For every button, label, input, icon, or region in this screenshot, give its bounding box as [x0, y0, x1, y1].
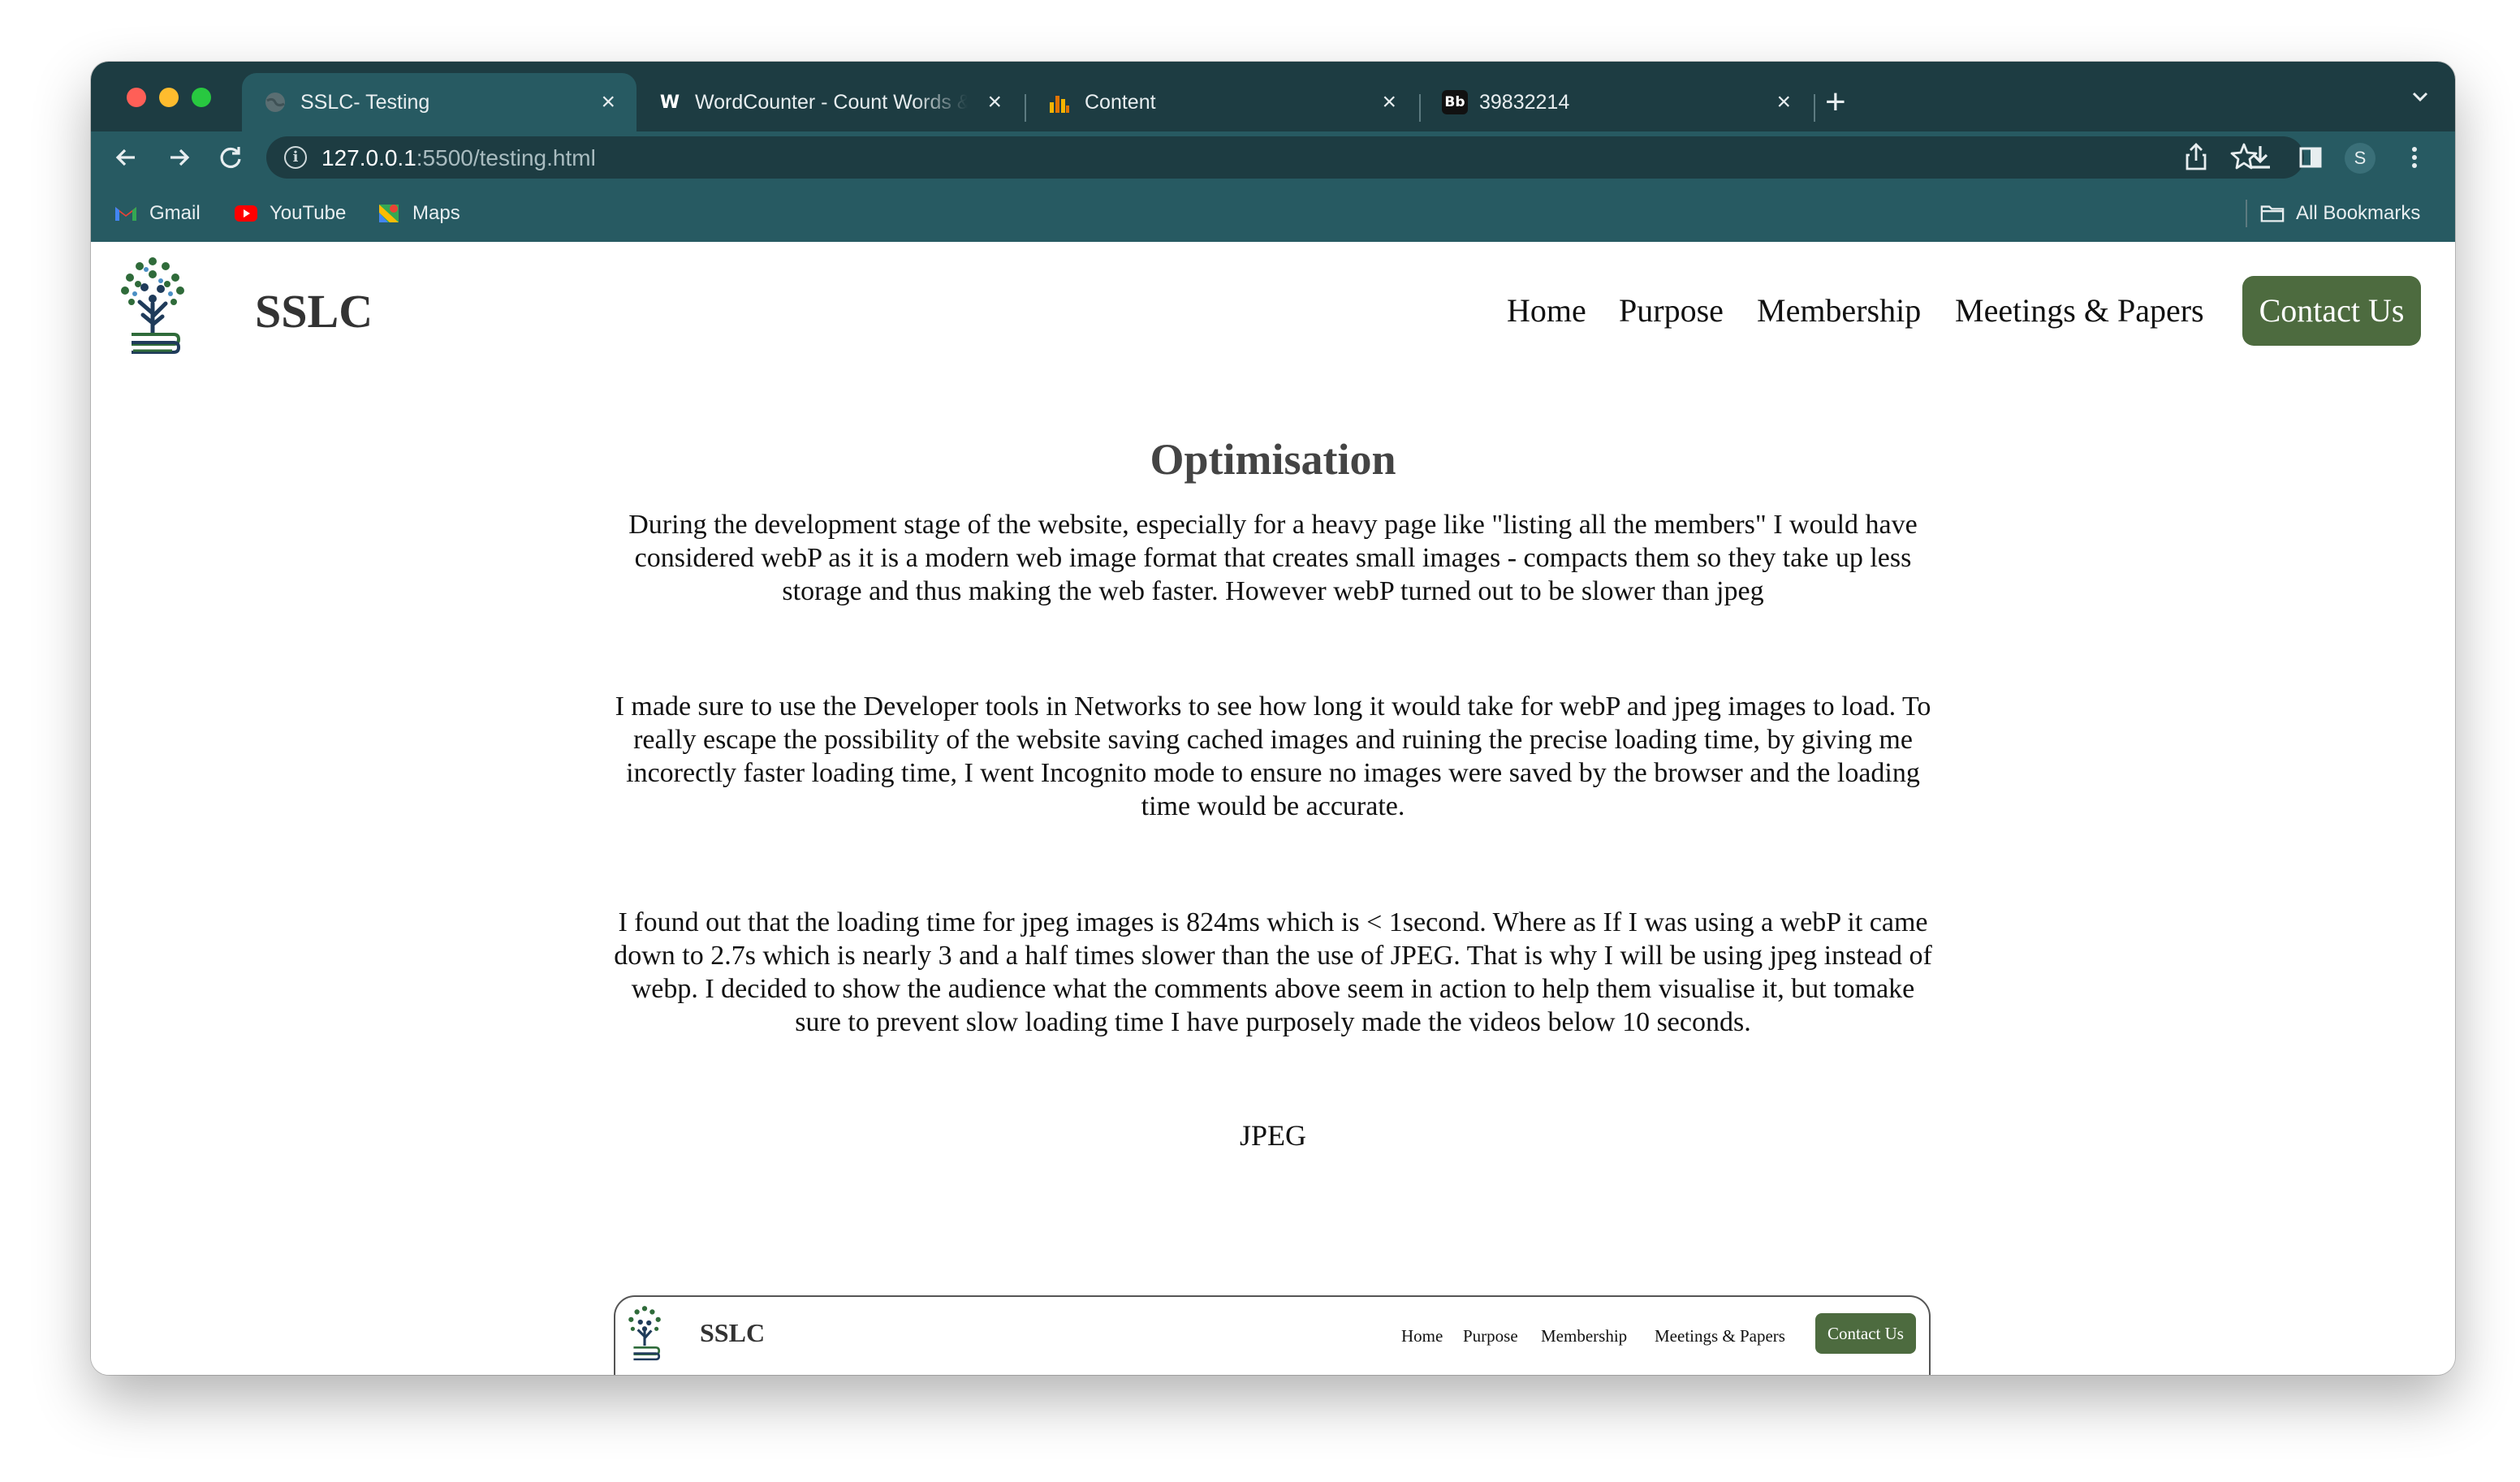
close-tab-icon[interactable]: ×	[1382, 88, 1396, 117]
nav-purpose[interactable]: Purpose	[1619, 292, 1724, 330]
back-arrow-icon[interactable]	[110, 141, 143, 174]
gmail-icon	[114, 204, 138, 223]
blackboard-bb-icon: Bb	[1442, 90, 1468, 114]
preview-nav-home: Home	[1401, 1326, 1443, 1346]
site-brand[interactable]: SSLC	[255, 284, 373, 338]
browser-window: SSLC- Testing × W WordCounter - Count Wo…	[91, 62, 2455, 1375]
bookmark-maps[interactable]: Maps	[377, 200, 460, 227]
bookmarks-bar: Gmail YouTube Maps All Bookmarks	[91, 183, 2455, 242]
nav-meetings-papers[interactable]: Meetings & Papers	[1955, 292, 2204, 330]
all-bookmarks[interactable]: All Bookmarks	[2260, 200, 2420, 227]
contact-us-button[interactable]: Contact Us	[2242, 276, 2421, 346]
minimize-window-button[interactable]	[159, 88, 179, 107]
forward-arrow-icon[interactable]	[162, 141, 195, 174]
globe-icon	[263, 90, 287, 114]
video-label: JPEG	[1239, 1119, 1307, 1152]
bookmark-label: YouTube	[270, 202, 347, 224]
main-content: Optimisation During the development stag…	[611, 433, 1935, 1152]
tab-title: SSLC- Testing	[300, 91, 430, 114]
nav-membership[interactable]: Membership	[1757, 292, 1921, 330]
preview-contact-button: Contact Us	[1815, 1313, 1916, 1354]
bookmark-youtube[interactable]: YouTube	[234, 200, 346, 227]
share-icon[interactable]	[2184, 141, 2208, 179]
url-text[interactable]: 127.0.0.1:5500/testing.html	[321, 145, 596, 171]
bookmark-label: Maps	[412, 202, 460, 224]
site-header: SSLC Home Purpose Membership Meetings & …	[91, 242, 2455, 388]
preview-brand: SSLC	[700, 1318, 766, 1347]
side-panel-icon[interactable]	[2294, 141, 2327, 174]
tree-book-logo-icon[interactable]	[115, 255, 190, 360]
tab-sslc-testing[interactable]: SSLC- Testing ×	[242, 73, 636, 131]
tab-strip: SSLC- Testing × W WordCounter - Count Wo…	[91, 62, 2455, 131]
tab-title: Content	[1085, 91, 1156, 114]
close-window-button[interactable]	[127, 88, 146, 107]
video-preview[interactable]: SSLC Home Purpose Membership Meetings & …	[614, 1295, 1931, 1375]
site-info-icon[interactable]: i	[284, 146, 307, 169]
folder-icon	[2260, 204, 2285, 223]
close-tab-icon[interactable]: ×	[601, 88, 615, 117]
new-tab-plus-icon[interactable]: +	[1825, 80, 1846, 125]
tree-book-logo-icon	[625, 1303, 664, 1362]
maps-icon	[377, 204, 401, 223]
tab-title: WordCounter - Count Words & Correct Writ…	[695, 91, 968, 114]
page-title: Optimisation	[1150, 435, 1396, 484]
preview-nav-membership: Membership	[1541, 1326, 1628, 1346]
bar-chart-icon	[1047, 90, 1072, 114]
all-bookmarks-label: All Bookmarks	[2296, 202, 2421, 224]
youtube-icon	[234, 204, 258, 223]
more-menu-icon[interactable]	[2398, 141, 2431, 174]
close-tab-icon[interactable]: ×	[987, 88, 1002, 117]
preview-nav-purpose: Purpose	[1463, 1326, 1518, 1346]
tab-39832214[interactable]: Bb 39832214 ×	[1421, 73, 1812, 131]
tab-title: 39832214	[1479, 91, 1570, 114]
bookmark-gmail[interactable]: Gmail	[114, 200, 201, 227]
reload-icon[interactable]	[214, 141, 247, 174]
paragraph-webp-consideration: During the development stage of the webs…	[628, 510, 1918, 606]
paragraph-devtools-testing: I made sure to use the Developer tools i…	[615, 691, 1931, 821]
page-viewport: SSLC Home Purpose Membership Meetings & …	[91, 242, 2455, 1375]
close-tab-icon[interactable]: ×	[1776, 88, 1791, 117]
bookmarks-separator	[2246, 200, 2247, 227]
tab-separator	[1814, 94, 1815, 122]
tab-content[interactable]: Content ×	[1026, 73, 1418, 131]
tab-wordcounter[interactable]: W WordCounter - Count Words & Correct Wr…	[636, 73, 1023, 131]
maximize-window-button[interactable]	[192, 88, 211, 107]
address-bar[interactable]: i 127.0.0.1:5500/testing.html	[266, 136, 2304, 179]
chevron-down-icon[interactable]	[2410, 86, 2431, 113]
download-icon[interactable]	[2244, 141, 2276, 174]
wordcounter-w-icon: W	[659, 92, 680, 113]
bookmark-label: Gmail	[149, 202, 201, 224]
nav-home[interactable]: Home	[1507, 292, 1586, 330]
paragraph-results: I found out that the loading time for jp…	[614, 907, 1932, 1037]
profile-avatar[interactable]: S	[2345, 143, 2375, 174]
preview-nav-meetings-papers: Meetings & Papers	[1655, 1326, 1785, 1346]
browser-toolbar: i 127.0.0.1:5500/testing.html S	[91, 131, 2455, 183]
